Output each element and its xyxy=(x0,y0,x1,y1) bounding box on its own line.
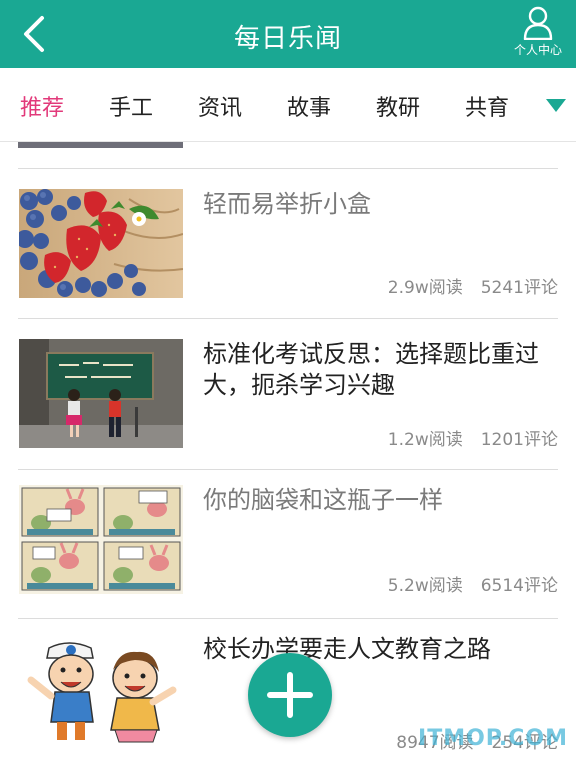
read-count: 1.2w阅读 xyxy=(387,430,463,450)
list-item[interactable]: 标准化考试反思：选择题比重过大，扼杀学习兴趣 1.2w阅读 1201评论 xyxy=(0,339,576,489)
thumbnail-comic xyxy=(19,485,183,594)
list-item[interactable]: 你的脑袋和这瓶子一样 5.2w阅读 6514评论 xyxy=(0,485,576,635)
previous-item-thumbnail-edge xyxy=(18,142,183,148)
thumbnail-classroom xyxy=(19,339,183,448)
divider xyxy=(18,168,558,169)
app-header: 每日乐闻 个人中心 xyxy=(0,0,576,68)
divider xyxy=(18,469,558,470)
article-title: 轻而易举折小盒 xyxy=(203,190,371,218)
article-title: 标准化考试反思：选择题比重过大，扼杀学习兴趣 xyxy=(203,340,539,399)
comment-count: 1201评论 xyxy=(480,430,558,450)
tab-co-parenting[interactable]: 共育 xyxy=(465,90,509,122)
user-center-button[interactable]: 个人中心 xyxy=(508,6,568,62)
page-title: 每日乐闻 xyxy=(233,24,342,54)
divider xyxy=(18,318,558,319)
read-count: 5.2w阅读 xyxy=(387,576,463,596)
article-meta: 1.2w阅读 1201评论 xyxy=(388,425,558,450)
article-title: 你的脑袋和这瓶子一样 xyxy=(203,486,443,514)
article-meta: 5.2w阅读 6514评论 xyxy=(388,571,558,596)
thumbnail-fruit xyxy=(19,189,183,298)
category-tabs: 推荐 手工 资讯 故事 教研 共育 xyxy=(0,68,576,142)
thumbnail-cartoon-kids xyxy=(19,640,183,750)
plus-icon xyxy=(267,672,313,718)
comment-count: 5241评论 xyxy=(480,278,558,298)
divider xyxy=(18,618,558,619)
tab-stories[interactable]: 故事 xyxy=(287,90,331,122)
user-icon xyxy=(523,6,553,40)
add-button[interactable] xyxy=(248,653,332,737)
watermark: ITMOP.COM xyxy=(418,726,568,751)
tab-handcraft[interactable]: 手工 xyxy=(109,90,153,122)
article-meta: 2.9w阅读 5241评论 xyxy=(388,273,558,298)
tab-news[interactable]: 资讯 xyxy=(198,90,242,122)
tab-teaching-research[interactable]: 教研 xyxy=(376,90,420,122)
list-item[interactable]: 轻而易举折小盒 2.9w阅读 5241评论 xyxy=(0,189,576,339)
user-center-label: 个人中心 xyxy=(513,43,562,57)
tab-recommend[interactable]: 推荐 xyxy=(20,90,64,122)
triangle-down-icon xyxy=(546,99,566,112)
comment-count: 6514评论 xyxy=(480,576,558,596)
read-count: 2.9w阅读 xyxy=(387,278,463,298)
more-tabs-button[interactable] xyxy=(546,98,566,117)
